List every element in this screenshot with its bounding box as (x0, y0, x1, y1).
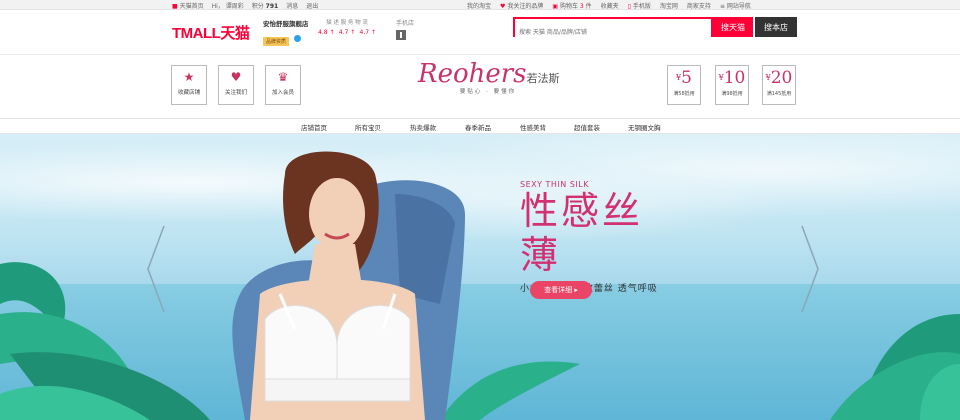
shop-ratings[interactable]: 描 述 服 务 物 流 4.8 ↑ 4.7 ↑ 4.7 ↑ (318, 18, 376, 36)
brand-logo-zh: 若法斯 (526, 72, 560, 85)
header: TMALL天猫 安怡舒服旗舰店 品牌资质 描 述 服 务 物 流 4.8 ↑ 4… (0, 10, 960, 55)
palm-leaves-left (0, 262, 210, 420)
rating-logistics: 4.7 ↑ (359, 29, 376, 36)
shop-info[interactable]: 安怡舒服旗舰店 品牌资质 (263, 18, 313, 47)
brand-favorites-link[interactable]: ♥ 我关注的品牌 (500, 1, 543, 10)
cart-unit: 件 (585, 3, 592, 10)
coupon-condition: 满58抵用 (673, 91, 695, 97)
heart-icon: ♥ (500, 3, 506, 10)
nav-sexy-back[interactable]: 性感美背 (520, 122, 546, 132)
follow-us-button[interactable]: ♥ 关注我们 (218, 65, 254, 105)
favorite-shop-button[interactable]: ★ 收藏店铺 (171, 65, 207, 105)
nav-wireless-bra[interactable]: 无钢圈文胸 (628, 122, 661, 132)
user-greeting[interactable]: Hi， 谭周彩 (212, 1, 244, 10)
search-tmall-button[interactable]: 搜天猫 (713, 17, 753, 37)
sitemap-label: 网站导航 (726, 3, 751, 10)
next-slide-arrow-icon[interactable] (800, 224, 820, 314)
mobile-label: 手机版 (632, 3, 651, 10)
star-icon: ★ (183, 70, 195, 84)
username: 谭周彩 (225, 3, 244, 10)
shop-nav: 店铺首页 所有宝贝 热卖爆款 春季新品 性感美背 超值套装 无钢圈文胸 (0, 118, 960, 136)
coupon-10[interactable]: ¥10 满98抵用 (715, 65, 749, 105)
points-label: 积分 (251, 3, 264, 10)
ratings-label: 描 述 服 务 物 流 (326, 20, 368, 26)
heart-icon: ♥ (230, 70, 242, 84)
hero-banner[interactable]: SEXY THIN SILK 性感丝薄 小女生最爱 精致蕾丝 透气呼吸 查看详细… (0, 134, 960, 420)
model-photo (232, 151, 465, 420)
view-details-button[interactable]: 查看详细 ▸ (530, 281, 592, 299)
coupon-amount-value: 10 (723, 68, 746, 88)
messages-link[interactable]: 消息 (286, 1, 298, 10)
search-shop-button[interactable]: 搜本店 (755, 17, 797, 37)
menu-icon: ≡ (719, 3, 725, 10)
shop-name: 安怡舒服旗舰店 (263, 20, 309, 28)
coupon-amount: ¥20 (765, 68, 793, 88)
tmall-home-link[interactable]: ■ 天猫首页 (172, 1, 204, 10)
sitemap-link[interactable]: ≡ 网站导航 (720, 1, 751, 10)
brand-logo-en: Reohers (418, 59, 527, 89)
mobile-shop-label: 手机店 (396, 20, 415, 27)
shop-banner: ★ 收藏店铺 ♥ 关注我们 ♛ 加入会员 Reohers若法斯 要贴心 · 要懂… (0, 56, 960, 118)
points[interactable]: 积分 791 (252, 1, 278, 10)
logout-link[interactable]: 退出 (306, 1, 318, 10)
brand-logo-area[interactable]: Reohers若法斯 要贴心 · 要懂你 (418, 59, 560, 95)
coupon-amount: ¥10 (718, 68, 746, 88)
coupon-condition: 满98抵用 (721, 91, 743, 97)
nav-value-sets[interactable]: 超值套装 (574, 122, 600, 132)
mobile-link[interactable]: ▯ 手机版 (628, 1, 651, 10)
taobao-link[interactable]: 淘宝网 (660, 1, 678, 10)
home-icon: ■ (172, 3, 178, 10)
brand-logo: Reohers若法斯 (418, 59, 560, 89)
join-member-label: 加入会员 (271, 90, 294, 96)
palm-leaves-right (830, 314, 960, 420)
phone-icon: ▯ (627, 3, 631, 10)
my-taobao-link[interactable]: 我的淘宝 (467, 1, 491, 10)
tmall-logo[interactable]: TMALL天猫 (172, 22, 250, 43)
merchant-support-link[interactable]: 商家支持 (687, 1, 711, 10)
greeting-text: Hi， (211, 3, 224, 10)
follow-us-label: 关注我们 (224, 90, 247, 96)
coupon-condition: 满145抵用 (766, 91, 792, 97)
coupon-amount-value: 5 (681, 68, 692, 88)
rating-service: 4.7 ↑ (338, 29, 356, 36)
crown-icon: ♛ (277, 70, 289, 84)
cart-link[interactable]: ▣ 购物车 3 件 (552, 1, 591, 10)
nav-spring-new[interactable]: 春季新品 (465, 122, 491, 132)
rating-description: 4.8 ↑ (318, 29, 335, 36)
search-box[interactable] (513, 17, 713, 41)
search-input[interactable] (515, 24, 711, 41)
nav-all-items[interactable]: 所有宝贝 (355, 122, 381, 132)
join-member-button[interactable]: ♛ 加入会员 (265, 65, 301, 105)
brand-favorites-label: 我关注的品牌 (507, 3, 544, 10)
qr-code-icon (396, 30, 406, 40)
favorite-shop-label: 收藏店铺 (177, 90, 200, 96)
shop-badge: 品牌资质 (263, 37, 290, 46)
hero-en-title: SEXY THIN SILK (520, 180, 589, 189)
mobile-shop[interactable]: 手机店 (396, 18, 414, 40)
hero-title: 性感丝薄 (520, 189, 644, 277)
cart-count: 3 (579, 3, 584, 10)
home-label: 天猫首页 (179, 3, 204, 10)
cart-label: 购物车 (559, 3, 578, 10)
verified-icon (294, 35, 302, 42)
favorites-link[interactable]: 收藏夹 (601, 1, 619, 10)
coupon-20[interactable]: ¥20 满145抵用 (762, 65, 796, 105)
hero-copy: SEXY THIN SILK 性感丝薄 小女生最爱 精致蕾丝 透气呼吸 (520, 180, 680, 294)
points-value: 791 (265, 3, 279, 10)
coupon-amount-value: 20 (770, 68, 793, 88)
nav-hot-sellers[interactable]: 热卖爆款 (410, 122, 436, 132)
top-utility-bar: ■ 天猫首页 Hi， 谭周彩 积分 791 消息 退出 我的淘宝 ♥ 我关注的品… (0, 0, 960, 10)
cart-icon: ▣ (552, 3, 559, 10)
coupon-5[interactable]: ¥5 满58抵用 (667, 65, 701, 105)
coupon-amount: ¥5 (676, 68, 692, 88)
prev-slide-arrow-icon[interactable] (146, 224, 166, 314)
